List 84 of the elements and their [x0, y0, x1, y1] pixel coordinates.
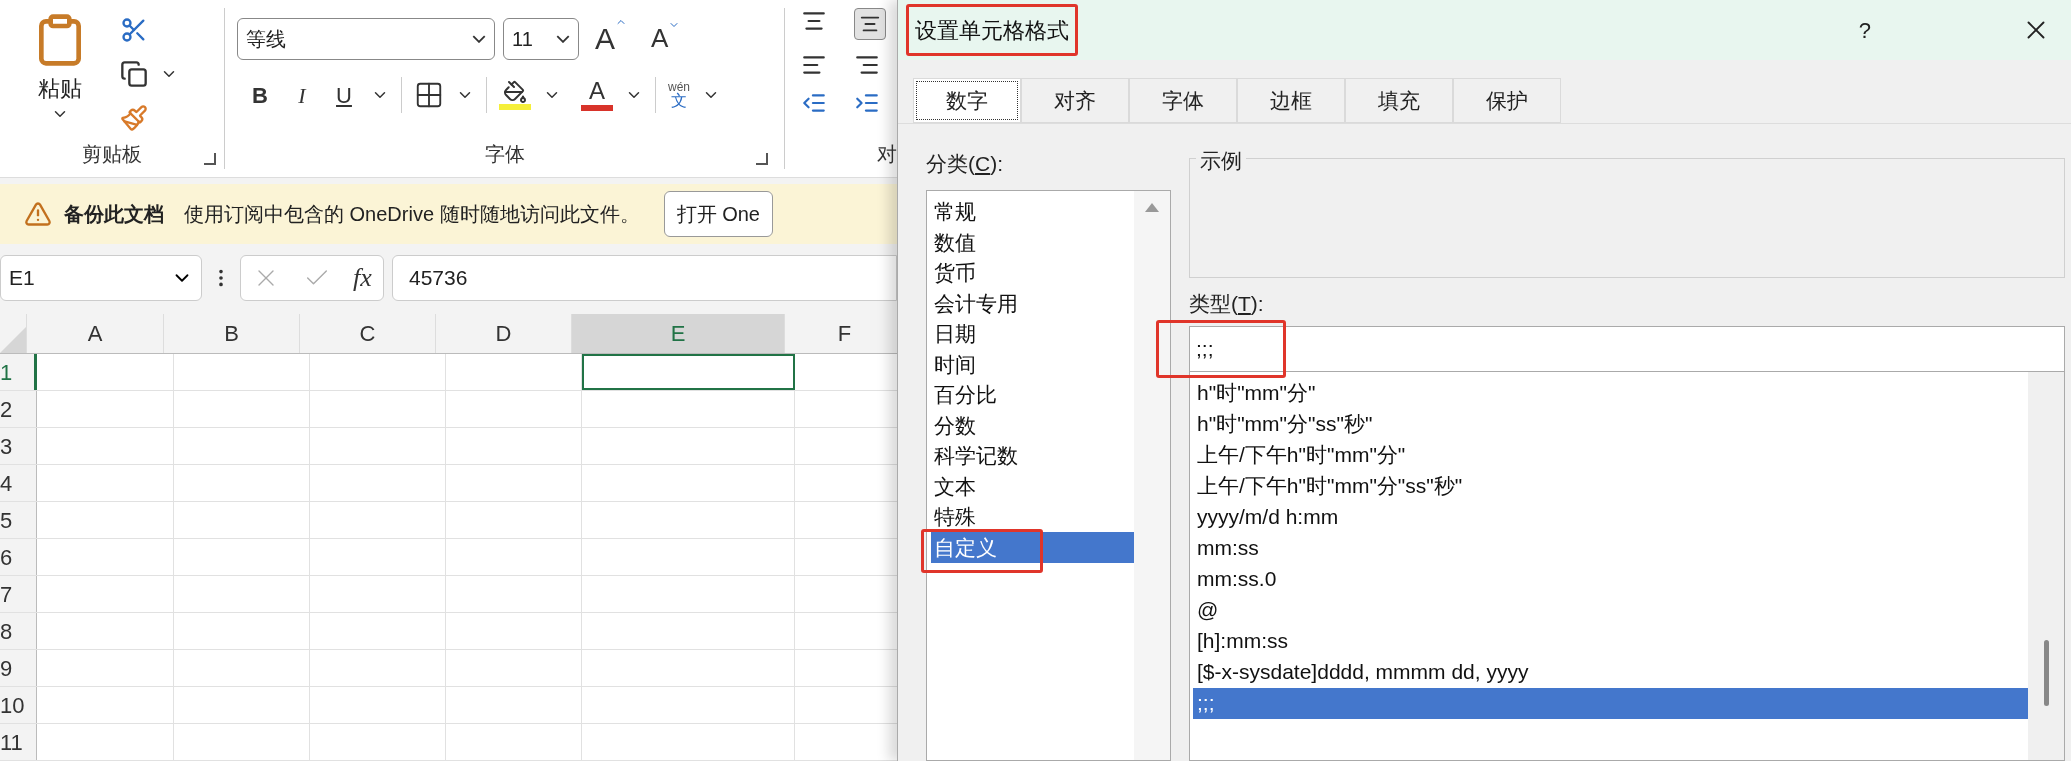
paste-button[interactable]: 粘贴 [38, 72, 82, 105]
category-item[interactable]: 数值 [931, 227, 1134, 258]
column-header[interactable]: A [26, 314, 163, 353]
grow-font-button[interactable]: A [587, 16, 635, 61]
category-item[interactable]: 会计专用 [931, 288, 1134, 319]
row-header[interactable]: 5 [0, 502, 37, 538]
type-label: 类型(T): [1189, 292, 1264, 315]
format-item[interactable]: [$-x-sysdate]dddd, mmmm dd, yyyy [1193, 656, 2028, 688]
row-header[interactable]: 10 [0, 687, 37, 723]
active-cell[interactable] [582, 354, 795, 390]
formula-input[interactable]: 45736 [392, 254, 897, 301]
row-header[interactable]: 6 [0, 539, 37, 575]
column-header[interactable]: E [571, 314, 784, 353]
category-item[interactable]: 特殊 [931, 501, 1134, 532]
tab[interactable]: 数字 [913, 78, 1021, 123]
format-item[interactable]: 上午/下午h"时"mm"分"ss"秒" [1193, 470, 2028, 502]
category-item[interactable]: 自定义 [931, 532, 1134, 563]
scrollbar[interactable] [2028, 371, 2064, 760]
category-item[interactable]: 常规 [931, 196, 1134, 227]
shrink-font-button[interactable]: A [643, 19, 689, 58]
phonetic-button[interactable]: wén 文 [668, 81, 690, 109]
type-input[interactable]: ;;; [1189, 325, 2065, 372]
group-label: 对 [877, 142, 897, 168]
row-header[interactable]: 1 [0, 354, 37, 390]
font-name-dropdown[interactable]: 等线 [237, 17, 495, 60]
category-item[interactable]: 分数 [931, 410, 1134, 441]
category-item[interactable]: 日期 [931, 318, 1134, 349]
format-item[interactable]: 上午/下午h"时"mm"分" [1193, 439, 2028, 471]
category-item[interactable]: 文本 [931, 471, 1134, 502]
format-item[interactable]: [h]:mm:ss [1193, 625, 2028, 657]
copy-icon[interactable] [120, 60, 148, 88]
open-button[interactable]: 打开 One [663, 191, 773, 237]
warning-icon [24, 200, 52, 228]
format-item[interactable]: h"时"mm"分"ss"秒" [1193, 408, 2028, 440]
scroll-up-icon[interactable] [1145, 202, 1159, 212]
caret-icon [472, 34, 486, 43]
tab[interactable]: 保护 [1453, 78, 1561, 123]
insert-function-button[interactable]: fx [353, 258, 372, 298]
category-item[interactable]: 时间 [931, 349, 1134, 380]
borders-icon[interactable] [414, 80, 444, 110]
row-header[interactable]: 9 [0, 650, 37, 686]
category-item[interactable]: 货币 [931, 257, 1134, 288]
category-item[interactable]: 百分比 [931, 379, 1134, 410]
help-button[interactable]: ? [1858, 13, 1871, 47]
name-box[interactable]: E1 [0, 254, 202, 301]
tab[interactable]: 字体 [1129, 78, 1237, 123]
column-header[interactable]: C [299, 314, 435, 353]
caret-icon [556, 34, 570, 43]
underline-button[interactable]: U [329, 78, 359, 112]
font-size-dropdown[interactable]: 11 [503, 17, 579, 60]
scrollbar[interactable] [1134, 190, 1170, 760]
row-header[interactable]: 3 [0, 428, 37, 464]
row-header[interactable]: 2 [0, 391, 37, 427]
format-item[interactable]: ;;; [1193, 687, 2028, 719]
scroll-thumb[interactable] [2043, 639, 2049, 706]
fill-color-icon[interactable] [499, 80, 531, 110]
category-label: 分类(C): [926, 151, 1004, 177]
row-header[interactable]: 7 [0, 576, 37, 612]
italic-button[interactable]: I [287, 78, 317, 112]
align-middle-icon[interactable] [854, 8, 886, 40]
font-color-button[interactable]: A [589, 79, 605, 103]
bold-button[interactable]: B [245, 78, 275, 112]
column-header[interactable]: B [163, 314, 299, 353]
row-header[interactable]: 4 [0, 465, 37, 501]
notification-message: 使用订阅中包含的 OneDrive 随时随地访问此文件。 [184, 202, 640, 227]
dialog-title: 设置单元格格式 [915, 16, 1069, 45]
format-item[interactable]: h"时"mm"分" [1193, 377, 2028, 409]
format-item[interactable]: @ [1193, 594, 2028, 626]
dialog-launcher-icon[interactable] [756, 153, 768, 166]
tab[interactable]: 对齐 [1021, 78, 1129, 123]
dialog-launcher-icon[interactable] [204, 153, 216, 166]
format-painter-icon[interactable] [120, 104, 148, 132]
format-item[interactable]: mm:ss.0 [1193, 563, 2028, 595]
format-item[interactable]: yyyy/m/d h:mm [1193, 501, 2028, 533]
format-item[interactable]: mm:ss [1193, 532, 2028, 564]
group-label: 字体 [484, 142, 525, 168]
group-label: 剪贴板 [82, 142, 142, 168]
tab[interactable]: 填充 [1345, 78, 1453, 123]
row-header[interactable]: 11 [0, 724, 37, 760]
tab[interactable]: 边框 [1237, 78, 1345, 123]
row-header[interactable]: 8 [0, 613, 37, 649]
font-color-bar [581, 105, 613, 111]
notification-title: 备份此文档 [64, 202, 164, 227]
category-item[interactable]: 科学记数 [931, 440, 1134, 471]
